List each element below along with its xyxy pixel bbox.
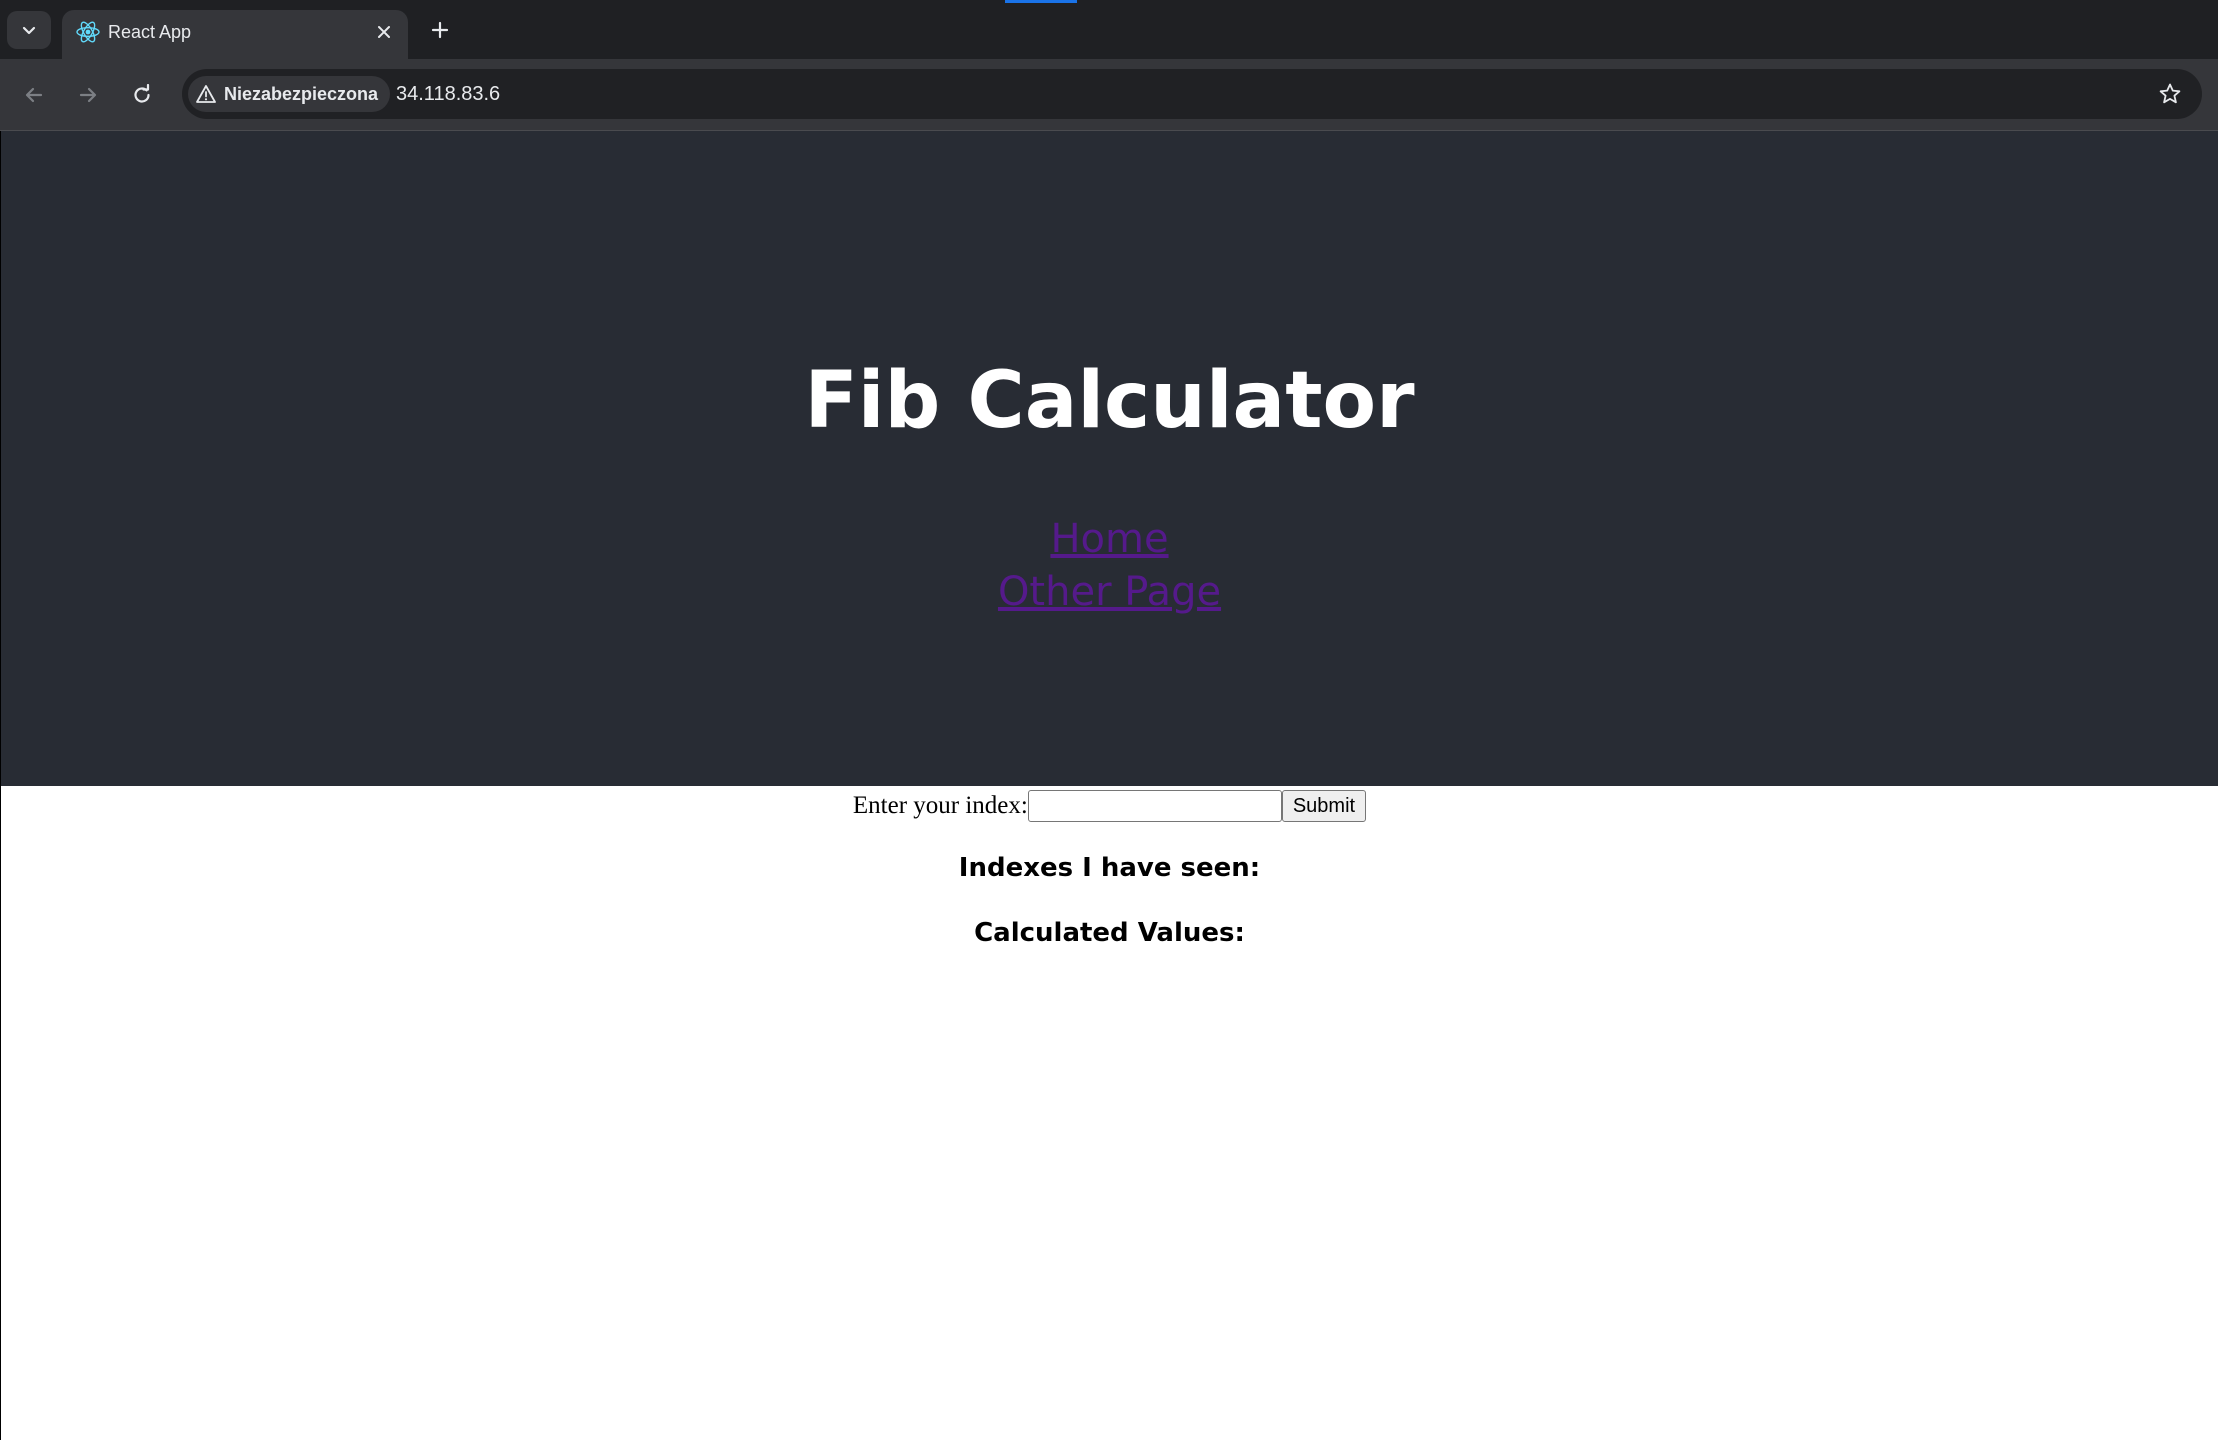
tab-title: React App xyxy=(108,22,192,42)
warning-icon xyxy=(196,85,216,103)
security-chip[interactable]: Niezabezpieczona xyxy=(188,76,391,112)
address-bar[interactable]: Niezabezpieczona 34.118.83.6 xyxy=(182,69,2202,119)
page-viewport: Fib Calculator Home Other Page Enter you… xyxy=(0,131,2218,1440)
arrow-right-icon xyxy=(79,87,97,103)
plus-icon xyxy=(431,21,449,39)
app-header: Fib Calculator Home Other Page xyxy=(1,131,2218,786)
index-form: Enter your index: Submit xyxy=(1,790,2218,822)
reload-button[interactable] xyxy=(124,77,160,113)
values-heading: Calculated Values: xyxy=(974,918,1245,948)
index-input[interactable] xyxy=(1027,790,1282,822)
indexes-heading: Indexes I have seen: xyxy=(958,853,1261,883)
page-title: Fib Calculator xyxy=(804,356,1415,446)
index-label: Enter your index: xyxy=(852,792,1028,819)
close-tab-button[interactable] xyxy=(370,18,398,46)
top-accent-bar xyxy=(1005,0,1077,3)
home-link[interactable]: Home xyxy=(1,516,2218,562)
react-icon xyxy=(76,21,100,43)
other-page-link[interactable]: Other Page xyxy=(1,569,2218,615)
star-icon xyxy=(2159,83,2181,104)
back-button[interactable] xyxy=(16,77,52,113)
url-text[interactable]: 34.118.83.6 xyxy=(396,82,500,106)
tab-search-button[interactable] xyxy=(7,11,51,49)
browser-tab[interactable]: React App xyxy=(62,10,408,59)
tab-strip: React App xyxy=(0,0,2218,59)
new-tab-button[interactable] xyxy=(422,12,458,48)
reload-icon xyxy=(134,84,150,103)
browser-toolbar: Niezabezpieczona 34.118.83.6 xyxy=(0,59,2218,130)
bookmark-button[interactable] xyxy=(2152,76,2188,112)
close-icon xyxy=(378,26,390,38)
submit-button[interactable]: Submit xyxy=(1281,790,1367,822)
forward-button[interactable] xyxy=(70,77,106,113)
security-label: Niezabezpieczona xyxy=(224,83,379,104)
arrow-left-icon xyxy=(25,87,43,103)
chevron-down-icon xyxy=(22,26,36,35)
